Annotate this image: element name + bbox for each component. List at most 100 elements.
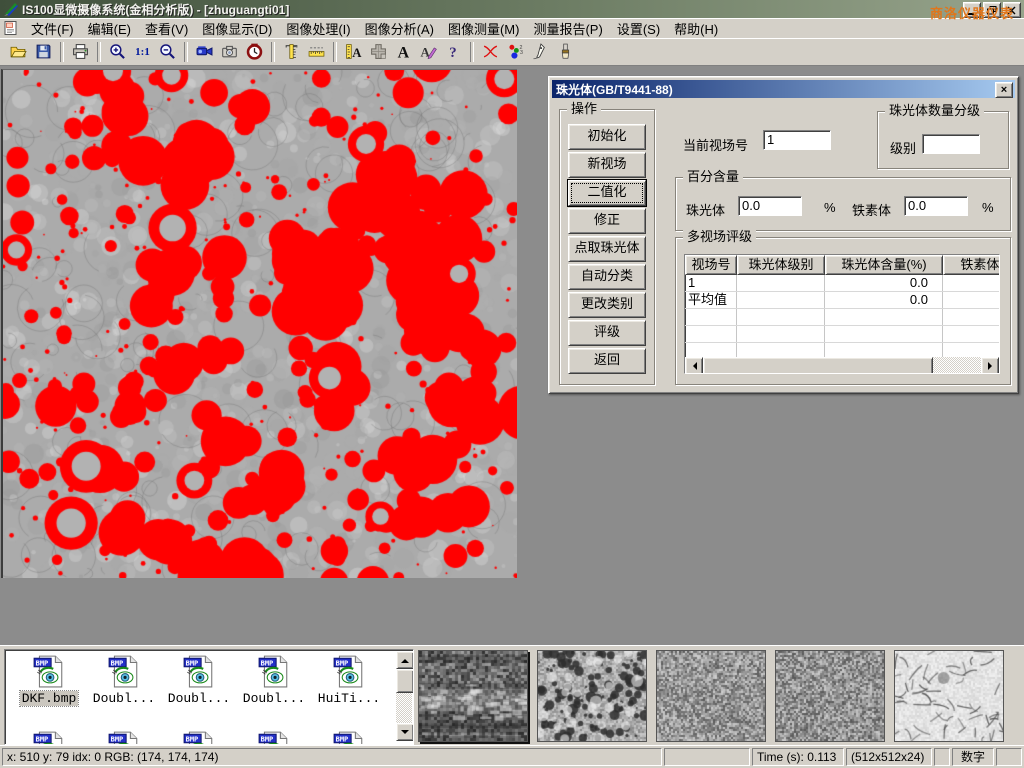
zoom-out-button[interactable]	[156, 41, 179, 63]
current-field-label: 当前视场号	[683, 135, 748, 154]
file-item[interactable]: BMPHuiTi...	[313, 654, 385, 706]
help-icon: ?	[445, 43, 462, 60]
table-header-cell[interactable]: 珠光体级别	[737, 255, 825, 275]
curve-button[interactable]	[479, 41, 502, 63]
op-button[interactable]: 初始化	[568, 124, 646, 150]
measure-text-icon: A	[345, 43, 362, 60]
level-label: 级别	[890, 138, 916, 157]
menu-item[interactable]: 查看(V)	[138, 20, 195, 39]
scroll-up-icon[interactable]	[396, 651, 414, 669]
op-button[interactable]: 更改类别	[568, 292, 646, 318]
file-list[interactable]: BMPDKF.bmpBMPDoubl...BMPDoubl...BMPDoubl…	[4, 649, 414, 745]
op-button[interactable]: 自动分类	[568, 264, 646, 290]
print-button[interactable]	[69, 41, 92, 63]
menu-item[interactable]: 图像测量(M)	[441, 20, 527, 39]
file-item-partial[interactable]: BMP	[238, 730, 310, 745]
menu-item[interactable]: 图像处理(I)	[279, 20, 357, 39]
table-horizontal-scrollbar[interactable]	[685, 357, 999, 373]
scrollbar-thumb[interactable]	[703, 357, 933, 374]
toolbar-separator	[333, 42, 337, 62]
menu-item[interactable]: 编辑(E)	[81, 20, 138, 39]
level-input[interactable]	[922, 134, 980, 154]
ferrite-input[interactable]: 0.0	[904, 196, 968, 216]
video-camera-button[interactable]	[193, 41, 216, 63]
operations-group-label: 操作	[567, 102, 601, 116]
gallery-thumbnail[interactable]	[418, 650, 528, 742]
camera-button[interactable]	[218, 41, 241, 63]
status-mode: 数字	[952, 748, 994, 766]
menu-item[interactable]: 文件(F)	[24, 20, 81, 39]
file-scrollbar-track[interactable]	[396, 693, 412, 723]
table-row[interactable]: 平均值0.0	[685, 292, 999, 309]
zoom-in-button[interactable]	[106, 41, 129, 63]
caliper-button[interactable]	[280, 41, 303, 63]
file-item-partial[interactable]: BMP	[163, 730, 235, 745]
print-icon	[72, 43, 89, 60]
file-item[interactable]: BMPDKF.bmp	[13, 654, 85, 706]
gallery-thumbnail[interactable]	[537, 650, 647, 742]
current-field-input[interactable]: 1	[763, 130, 831, 150]
op-button[interactable]: 新视场	[568, 152, 646, 178]
file-item-partial[interactable]: BMP	[88, 730, 160, 745]
table-header-cell[interactable]: 铁素体含量(%)	[943, 255, 1000, 275]
file-list-scrollbar[interactable]	[396, 651, 412, 741]
menu-item[interactable]: 设置(S)	[610, 20, 667, 39]
count-points-button[interactable]: 23	[504, 41, 527, 63]
pearlite-input[interactable]: 0.0	[738, 196, 802, 216]
table-header-cell[interactable]: 视场号	[685, 255, 737, 275]
gallery-thumbnail[interactable]	[775, 650, 885, 742]
text-button[interactable]: A	[392, 41, 415, 63]
menu-item[interactable]: 图像分析(A)	[358, 20, 441, 39]
scrollbar-track[interactable]	[933, 357, 981, 373]
file-item-partial[interactable]: BMP	[13, 730, 85, 745]
rating-table[interactable]: 视场号珠光体级别珠光体含量(%)铁素体含量(%) 10.0平均值0.0	[684, 254, 1000, 374]
help-button[interactable]: ?	[442, 41, 465, 63]
actual-size-button[interactable]: 1:1	[131, 41, 154, 63]
dialog-close-icon[interactable]: ×	[995, 82, 1013, 98]
op-button[interactable]: 评级	[568, 320, 646, 346]
gallery-panel: BMPDKF.bmpBMPDoubl...BMPDoubl...BMPDoubl…	[0, 645, 1024, 746]
timer-button[interactable]	[243, 41, 266, 63]
micrograph-image[interactable]	[1, 69, 517, 578]
brush-icon	[557, 43, 574, 60]
menu-item[interactable]: 图像显示(D)	[195, 20, 279, 39]
table-row[interactable]	[685, 309, 999, 326]
ruler-button[interactable]	[305, 41, 328, 63]
table-cell	[737, 326, 825, 342]
scroll-left-icon[interactable]	[685, 357, 703, 374]
file-name: HuiTi...	[316, 691, 382, 706]
open-button[interactable]	[7, 41, 30, 63]
file-item-partial[interactable]: BMP	[313, 730, 385, 745]
op-button[interactable]: 修正	[568, 208, 646, 234]
menu-item[interactable]: 测量报告(P)	[526, 20, 609, 39]
save-button[interactable]	[32, 41, 55, 63]
brush-button[interactable]	[554, 41, 577, 63]
video-camera-icon	[196, 43, 213, 60]
grid-cross-button[interactable]	[367, 41, 390, 63]
op-button[interactable]: 返回	[568, 348, 646, 374]
measure-text-button[interactable]: A	[342, 41, 365, 63]
file-item[interactable]: BMPDoubl...	[163, 654, 235, 706]
pen-button[interactable]	[529, 41, 552, 63]
op-button[interactable]: 二值化	[568, 180, 646, 206]
table-cell	[685, 309, 737, 325]
gallery-thumbnail[interactable]	[894, 650, 1004, 742]
table-header-cell[interactable]: 珠光体含量(%)	[825, 255, 943, 275]
bmp-file-icon: BMP	[107, 677, 141, 691]
file-item[interactable]: BMPDoubl...	[238, 654, 310, 706]
file-name: Doubl...	[166, 691, 232, 706]
dialog-title-bar[interactable]: 珠光体(GB/T9441-88) ×	[552, 80, 1015, 98]
scroll-down-icon[interactable]	[396, 723, 414, 741]
table-cell	[685, 326, 737, 342]
annotate-button[interactable]: A	[417, 41, 440, 63]
menu-item[interactable]: 帮助(H)	[667, 20, 725, 39]
gallery-thumbnail[interactable]	[656, 650, 766, 742]
file-scrollbar-thumb[interactable]	[396, 669, 414, 693]
vendor-watermark: 商洛仪器仪表	[930, 3, 1014, 22]
svg-text:BMP: BMP	[36, 734, 49, 743]
file-item[interactable]: BMPDoubl...	[88, 654, 160, 706]
scroll-right-icon[interactable]	[981, 357, 999, 374]
table-row[interactable]: 10.0	[685, 275, 999, 292]
table-row[interactable]	[685, 326, 999, 343]
op-button[interactable]: 点取珠光体	[568, 236, 646, 262]
